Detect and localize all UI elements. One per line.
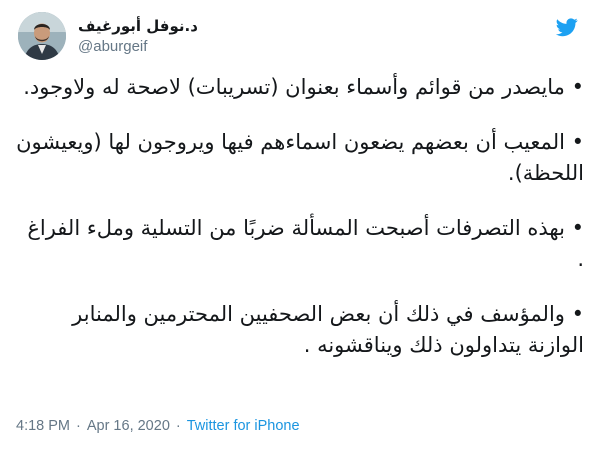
tweet-meta: 4:18 PM · Apr 16, 2020 · Twitter for iPhone: [16, 418, 300, 434]
tweet-paragraph: • المعيب أن بعضهم يضعون اسماءهم فيها وير…: [16, 130, 584, 185]
twitter-bird-icon[interactable]: [555, 16, 578, 38]
meta-separator: ·: [76, 418, 81, 434]
meta-separator: ·: [175, 418, 181, 434]
tweet-time[interactable]: 4:18 PM: [16, 418, 70, 434]
author-handle[interactable]: @aburgeif: [78, 37, 378, 57]
tweet-header: د.نوفل أبورغيف @aburgeif: [16, 10, 584, 62]
avatar[interactable]: [18, 12, 66, 60]
avatar-image: [18, 12, 66, 60]
tweet-card: د.نوفل أبورغيف @aburgeif • مايصدر من قوا…: [0, 0, 600, 456]
author-display-name[interactable]: د.نوفل أبورغيف: [78, 16, 378, 36]
tweet-body: • مايصدر من قوائم وأسماء بعنوان (تسريبات…: [16, 72, 584, 385]
tweet-source-link[interactable]: Twitter for iPhone: [187, 418, 300, 434]
author-info[interactable]: د.نوفل أبورغيف @aburgeif: [78, 16, 378, 57]
tweet-paragraph: • والمؤسف في ذلك أن بعض الصحفيين المحترم…: [72, 302, 584, 357]
tweet-date[interactable]: Apr 16, 2020: [87, 418, 170, 434]
tweet-paragraph: • بهذه التصرفات أصبحت المسألة ضربًا من ا…: [27, 216, 584, 271]
tweet-paragraph: • مايصدر من قوائم وأسماء بعنوان (تسريبات…: [23, 75, 584, 99]
